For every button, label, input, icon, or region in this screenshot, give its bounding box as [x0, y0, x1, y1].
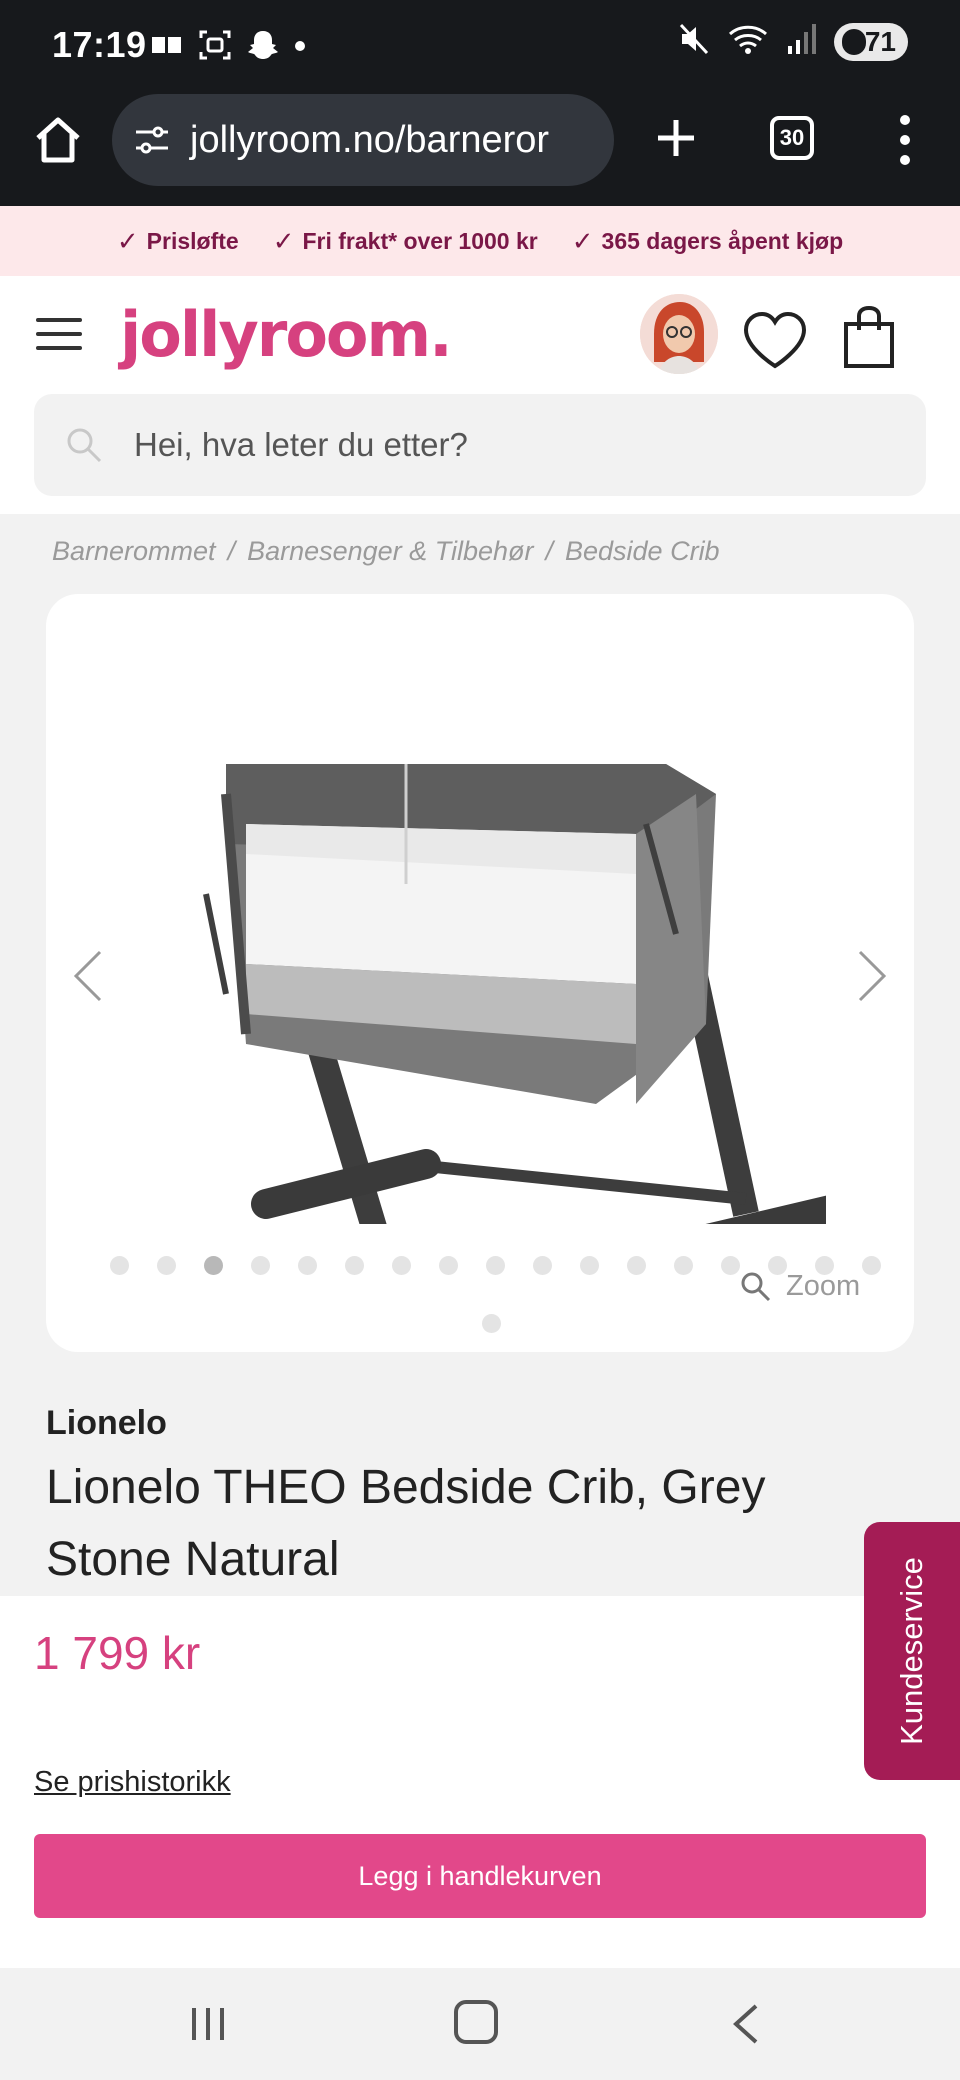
gallery-dot[interactable]	[533, 1256, 552, 1275]
usp-item: ✓ 365 dagers åpent kjøp	[571, 225, 844, 256]
product-image[interactable]	[166, 704, 826, 1224]
message-icon	[150, 33, 184, 62]
wifi-icon	[728, 22, 768, 61]
gallery-dot[interactable]	[674, 1256, 693, 1275]
snapchat-icon	[246, 28, 280, 67]
assistant-avatar[interactable]	[640, 294, 718, 374]
price-history-link[interactable]: Se prishistorikk	[34, 1766, 231, 1799]
breadcrumb-item[interactable]: Bedside Crib	[565, 536, 720, 567]
gallery-dot[interactable]	[580, 1256, 599, 1275]
recent-apps-icon[interactable]	[188, 2004, 228, 2044]
shopping-bag-icon[interactable]	[842, 304, 896, 370]
checkmark-icon: ✓	[272, 225, 295, 256]
mute-icon	[678, 22, 710, 61]
breadcrumb-item[interactable]: Barnesenger & Tilbehør	[247, 536, 533, 567]
site-settings-icon[interactable]	[132, 120, 172, 160]
battery-icon: 71	[834, 22, 908, 61]
chevron-left-icon[interactable]	[68, 946, 108, 1006]
search-input[interactable]: Hei, hva leter du etter?	[134, 426, 468, 464]
gallery-dot[interactable]	[298, 1256, 317, 1275]
product-price: 1 799 kr	[34, 1627, 201, 1679]
add-to-cart-button[interactable]: Legg i handlekurven	[34, 1834, 926, 1918]
notification-icons	[150, 28, 306, 67]
tab-count: 30	[779, 125, 805, 150]
site-logo[interactable]: jollyroom.	[120, 298, 453, 371]
customer-service-label: Kundeservice	[894, 1557, 929, 1745]
zoom-button[interactable]: Zoom	[740, 1270, 860, 1303]
url-bar[interactable]: jollyroom.no/barneror	[112, 94, 614, 186]
chevron-right-icon[interactable]	[852, 946, 892, 1006]
product-title: Lionelo THEO Bedside Crib, Grey Stone Na…	[46, 1461, 766, 1586]
screenshot-icon	[198, 28, 232, 67]
status-time: 17:19	[52, 24, 147, 65]
gallery-dot[interactable]	[439, 1256, 458, 1275]
home-icon[interactable]	[30, 112, 86, 168]
search-icon	[67, 428, 102, 463]
gallery-dot[interactable]	[157, 1256, 176, 1275]
gallery-dot[interactable]	[486, 1256, 505, 1275]
checkmark-icon: ✓	[116, 225, 139, 256]
signal-icon	[786, 22, 816, 61]
gallery-dot[interactable]	[110, 1256, 129, 1275]
url-text[interactable]: jollyroom.no/barneror	[190, 119, 549, 162]
price-box: 1 799 kr Se prishistorikk Legg i handlek…	[0, 1596, 960, 1968]
system-navigation-bar	[0, 1968, 960, 2080]
tab-switcher-button[interactable]: 30	[770, 116, 814, 160]
product-brand[interactable]: Lionelo	[46, 1404, 167, 1443]
gallery-dot[interactable]	[721, 1256, 740, 1275]
site-header: jollyroom. Hei, hva leter du etter?	[0, 276, 960, 514]
zoom-label: Zoom	[786, 1270, 861, 1302]
home-nav-icon[interactable]	[454, 2000, 498, 2044]
battery-level: 71	[864, 25, 896, 57]
gallery-dot[interactable]	[862, 1256, 881, 1275]
gallery-dot[interactable]	[251, 1256, 270, 1275]
system-icons: 71	[678, 22, 908, 61]
more-menu-icon[interactable]	[890, 110, 920, 170]
usp-item: ✓ Prisløfte	[116, 225, 239, 256]
back-icon[interactable]	[730, 2002, 760, 2046]
zoom-icon	[741, 1272, 771, 1301]
new-tab-icon[interactable]	[648, 110, 704, 166]
gallery-dot[interactable]	[204, 1256, 223, 1275]
product-gallery: Zoom	[46, 594, 914, 1352]
gallery-dot[interactable]	[392, 1256, 411, 1275]
gallery-dot[interactable]	[627, 1256, 646, 1275]
browser-toolbar: jollyroom.no/barneror 30	[0, 92, 960, 206]
customer-service-tab[interactable]: Kundeservice	[864, 1522, 960, 1780]
dot-icon	[294, 39, 306, 57]
usp-item: ✓ Fri frakt* over 1000 kr	[272, 225, 538, 256]
gallery-dot[interactable]	[345, 1256, 364, 1275]
usp-bar: ✓ Prisløfte ✓ Fri frakt* over 1000 kr ✓ 365…	[0, 206, 960, 276]
breadcrumb: Barnerommet / Barnesenger & Tilbehør / Bed…	[52, 536, 720, 567]
wishlist-heart-icon[interactable]	[742, 310, 808, 370]
search-bar[interactable]: Hei, hva leter du etter?	[34, 394, 926, 496]
gallery-dot[interactable]	[482, 1314, 501, 1333]
status-bar: 17:19 71	[0, 0, 960, 92]
checkmark-icon: ✓	[571, 225, 594, 256]
hamburger-menu-icon[interactable]	[36, 318, 82, 354]
breadcrumb-item[interactable]: Barnerommet	[52, 536, 216, 567]
